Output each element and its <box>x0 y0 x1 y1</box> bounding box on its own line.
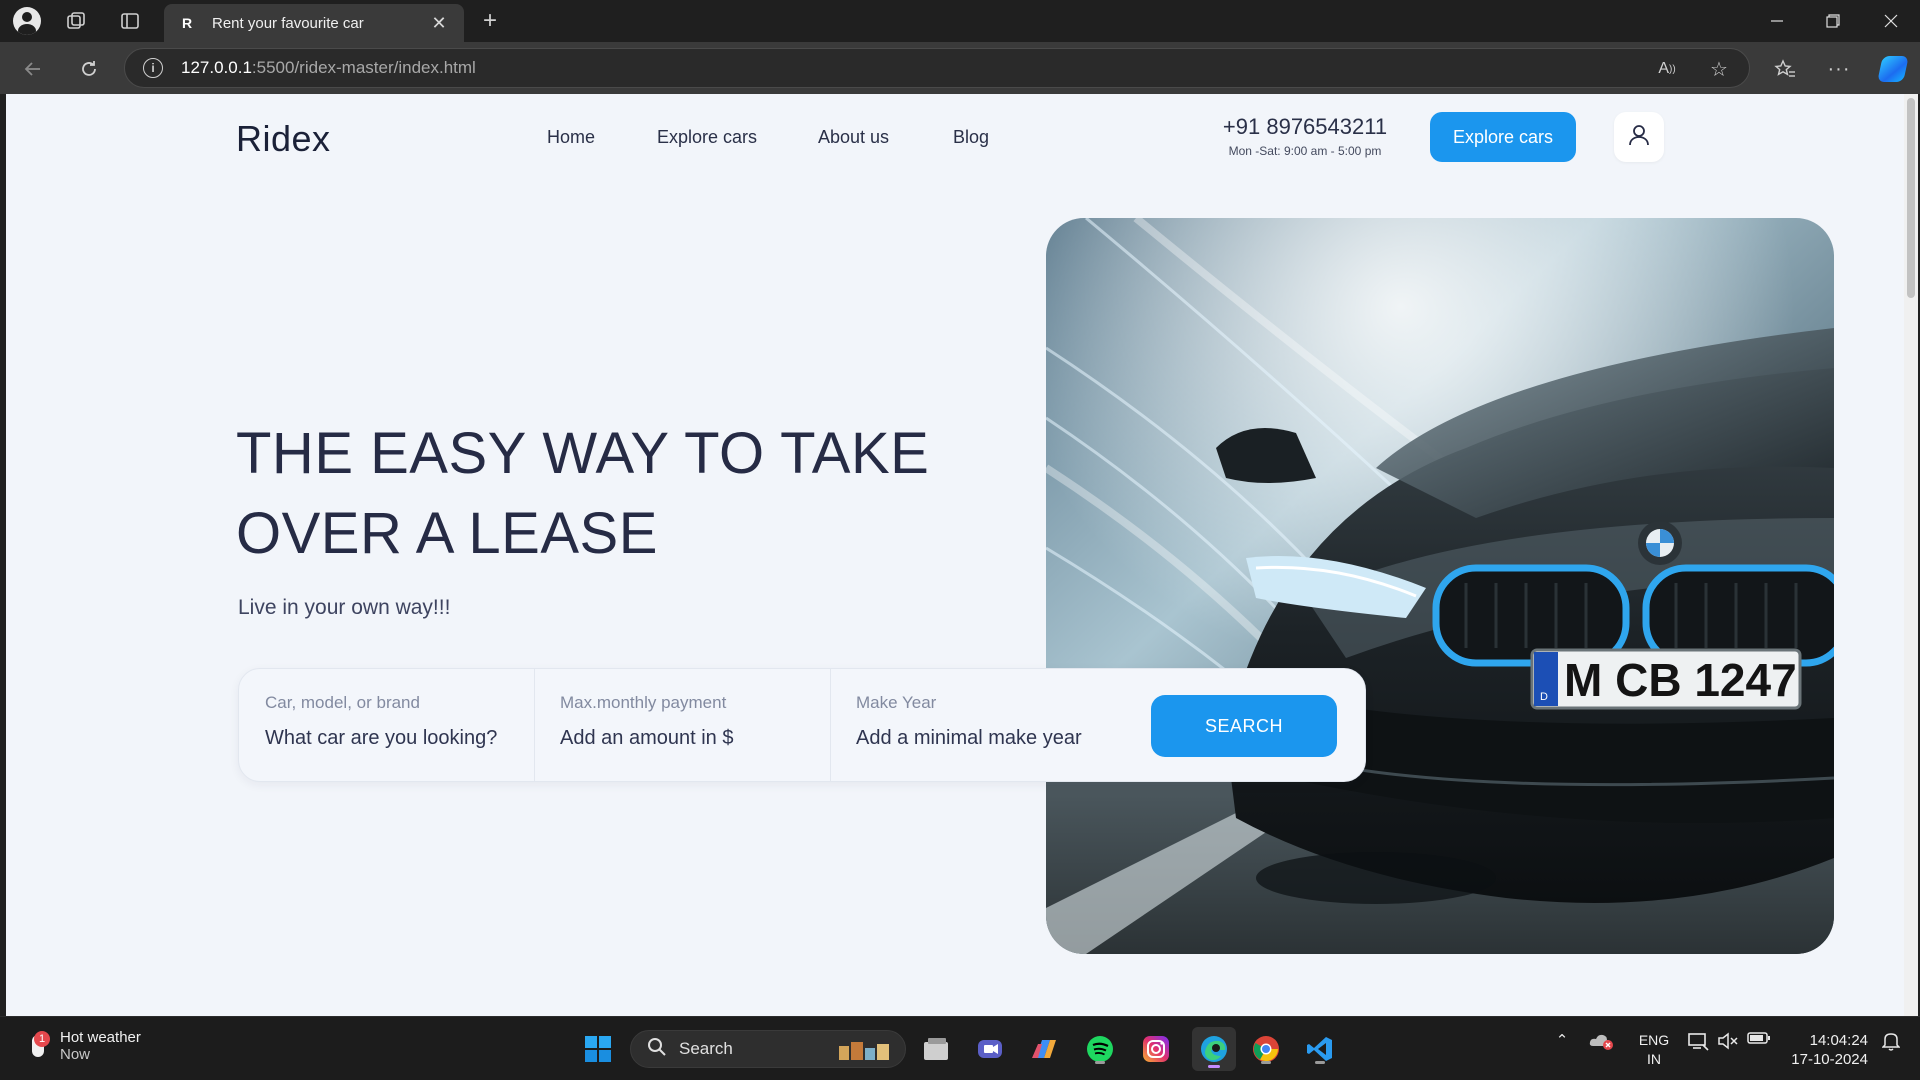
back-arrow-icon[interactable] <box>18 54 48 84</box>
url-path: :5500/ridex-master/index.html <box>251 58 476 77</box>
volume-muted-icon[interactable] <box>1714 1031 1742 1051</box>
car-search-form: Car, model, or brand What car are you lo… <box>238 668 1366 782</box>
clock-date: 17-10-2024 <box>1791 1051 1868 1068</box>
tab-favicon: R <box>181 15 193 31</box>
search-label-car-model: Car, model, or brand <box>265 693 420 712</box>
search-input-car-model[interactable]: What car are you looking? <box>265 727 497 750</box>
hero-car-image: D M CB 1247 <box>1046 218 1834 954</box>
chrome-browser-icon[interactable] <box>1248 1031 1284 1067</box>
favorites-list-icon[interactable] <box>1770 56 1800 82</box>
business-hours: Mon -Sat: 9:00 am - 5:00 pm <box>1228 144 1382 158</box>
address-bar-row: i 127.0.0.1:5500/ridex-master/index.html… <box>0 42 1920 94</box>
contact-phone[interactable]: +91 8976543211 <box>1210 114 1400 140</box>
svg-text:D: D <box>1540 691 1548 703</box>
hero-subtitle: Live in your own way!!! <box>238 596 451 619</box>
hero-title-line-2: OVER A LEASE <box>236 501 658 566</box>
browser-tab-active[interactable]: R Rent your favourite car ✕ <box>164 4 464 42</box>
search-icon <box>647 1037 667 1062</box>
url-field[interactable]: i 127.0.0.1:5500/ridex-master/index.html <box>124 48 1750 88</box>
vscode-icon[interactable] <box>1302 1031 1338 1067</box>
taskbar-search[interactable]: Search <box>630 1030 906 1068</box>
vertical-tabs-icon[interactable] <box>116 8 144 34</box>
thermometer-icon: 1 <box>24 1031 50 1061</box>
more-options-icon[interactable]: ··· <box>1824 56 1854 82</box>
search-input-monthly-payment[interactable]: Add an amount in $ <box>560 727 733 750</box>
taskbar-search-label: Search <box>679 1039 733 1058</box>
file-explorer-icon[interactable] <box>918 1031 954 1067</box>
running-indicator <box>1315 1061 1325 1064</box>
hero-title-line-1: THE EASY WAY TO TAKE <box>236 421 930 486</box>
browser-tab-bar: R Rent your favourite car ✕ + <box>0 0 1920 42</box>
weather-subtitle: Now <box>60 1046 91 1063</box>
hero-title: THE EASY WAY TO TAKE OVER A LEASE <box>236 414 956 574</box>
language-region: IN <box>1647 1051 1661 1067</box>
search-input-make-year[interactable]: Add a minimal make year <box>856 727 1082 750</box>
workspaces-icon[interactable] <box>62 8 90 34</box>
clock-time: 14:04:24 <box>1809 1032 1868 1049</box>
copilot-app-icon[interactable] <box>1026 1031 1062 1067</box>
notification-bell-icon[interactable] <box>1876 1031 1906 1051</box>
system-clock[interactable]: 14:04:24 17-10-2024 <box>1784 1031 1868 1069</box>
weather-widget[interactable]: 1 Hot weather Now <box>24 1029 141 1063</box>
search-label-make-year: Make Year <box>856 693 937 712</box>
restore-icon[interactable] <box>1810 6 1856 36</box>
reload-icon[interactable] <box>74 54 104 84</box>
page-scrollbar[interactable] <box>1904 94 1918 1016</box>
nav-about-us[interactable]: About us <box>818 127 889 148</box>
nav-blog[interactable]: Blog <box>953 127 989 148</box>
onedrive-error-icon[interactable] <box>1586 1031 1616 1051</box>
user-icon <box>1626 122 1652 153</box>
license-plate-text: M CB 1247 <box>1564 654 1797 706</box>
url-host: 127.0.0.1 <box>181 58 252 77</box>
instagram-icon[interactable] <box>1138 1031 1174 1067</box>
profile-icon[interactable] <box>10 6 44 36</box>
show-hidden-icons-chevron-icon[interactable]: ⌃ <box>1550 1031 1574 1049</box>
minimize-icon[interactable] <box>1754 6 1800 36</box>
site-logo[interactable]: Ridex <box>236 118 331 160</box>
language-code: ENG <box>1638 1032 1670 1048</box>
input-language[interactable]: ENG IN <box>1634 1031 1674 1069</box>
tab-title: Rent your favourite car <box>212 14 364 32</box>
search-button[interactable]: SEARCH <box>1151 695 1337 757</box>
running-indicator <box>1095 1061 1105 1064</box>
search-highlight-icon <box>837 1038 893 1067</box>
read-aloud-icon[interactable]: A)) <box>1652 56 1682 82</box>
explore-cars-button[interactable]: Explore cars <box>1430 112 1576 162</box>
scrollbar-thumb[interactable] <box>1907 98 1915 298</box>
network-icon[interactable] <box>1684 1031 1712 1051</box>
search-field-make-year[interactable]: Make Year Add a minimal make year <box>830 669 1130 781</box>
spotify-icon[interactable] <box>1082 1031 1118 1067</box>
active-indicator <box>1208 1065 1220 1068</box>
windows-start-icon[interactable] <box>580 1031 616 1067</box>
battery-icon[interactable] <box>1744 1031 1774 1045</box>
weather-title: Hot weather <box>60 1029 141 1046</box>
close-tab-icon[interactable]: ✕ <box>428 13 450 34</box>
close-window-icon[interactable] <box>1868 6 1914 36</box>
copilot-icon[interactable] <box>1877 54 1909 84</box>
nav-home[interactable]: Home <box>547 127 595 148</box>
running-indicator <box>1261 1061 1271 1064</box>
user-account-button[interactable] <box>1614 112 1664 162</box>
nav-explore-cars[interactable]: Explore cars <box>657 127 757 148</box>
search-field-car-model[interactable]: Car, model, or brand What car are you lo… <box>239 669 534 781</box>
teams-meet-icon[interactable] <box>972 1031 1008 1067</box>
windows-taskbar: 1 Hot weather Now Search ⌃ ENG IN 14:04:… <box>0 1016 1920 1080</box>
page-viewport: Ridex Home Explore cars About us Blog +9… <box>6 94 1918 1016</box>
search-label-monthly-payment: Max.monthly payment <box>560 693 727 712</box>
new-tab-icon[interactable]: + <box>476 7 504 34</box>
weather-alert-badge: 1 <box>34 1031 50 1047</box>
site-info-icon[interactable]: i <box>143 58 163 78</box>
favorite-star-icon[interactable]: ☆ <box>1704 56 1734 82</box>
search-field-monthly-payment[interactable]: Max.monthly payment Add an amount in $ <box>534 669 830 781</box>
edge-browser-icon[interactable] <box>1192 1027 1236 1071</box>
